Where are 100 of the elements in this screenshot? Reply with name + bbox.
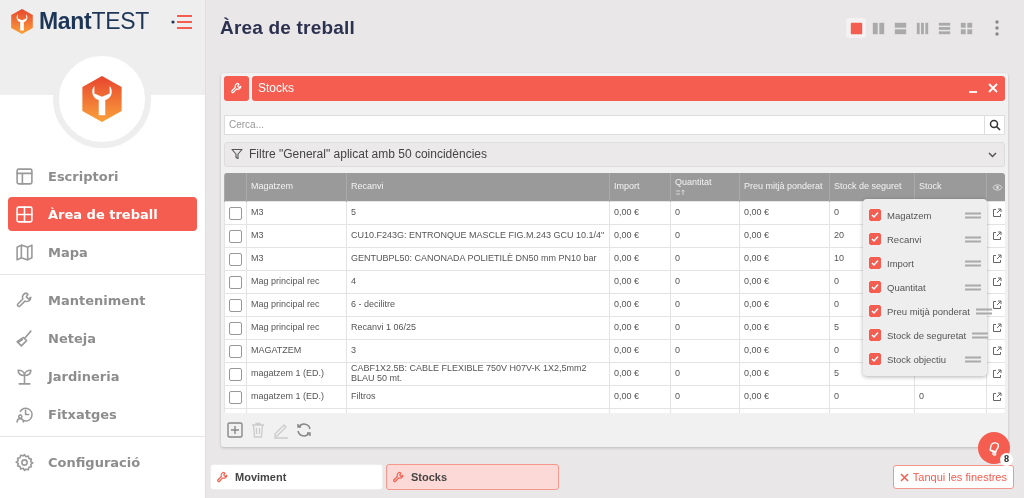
sidebar-item[interactable]: Neteja [8,321,197,355]
external-link-icon[interactable] [992,254,1002,265]
row-checkbox[interactable] [229,367,242,381]
table-cell: 4 [351,276,356,287]
table-cell: MAGATZEM [251,345,302,356]
row-checkbox[interactable] [229,229,242,243]
table-cell: 0,00 € [614,391,640,402]
column-checkbox[interactable] [869,257,881,270]
row-checkbox[interactable] [229,321,242,335]
sidebar-item[interactable]: Jardineria [8,359,197,393]
table-cell: 0,00 € [744,299,770,310]
column-checkbox[interactable] [869,209,881,222]
column-header[interactable]: Stock de seguret [829,173,915,202]
search-field[interactable]: Cerca... [224,114,985,135]
column-checkbox[interactable] [869,281,881,294]
external-link-icon[interactable] [992,208,1002,219]
notification-button[interactable]: 8 [978,432,1010,464]
row-checkbox[interactable] [229,252,242,266]
table-cell: Mag principal rec [251,276,320,287]
search-button[interactable] [985,114,1005,135]
sidebar-item[interactable]: Configuració [8,445,197,479]
column-header[interactable]: Import [609,173,671,202]
row-checkbox[interactable] [229,298,242,312]
clock-person-icon [15,404,34,424]
more-icon[interactable] [994,19,1000,37]
table-cell: M3 [251,207,264,218]
row-checkbox[interactable] [229,206,242,220]
table-cell: 0 [675,276,680,287]
table-cell: M3 [251,230,264,241]
column-header[interactable]: Stock [914,173,987,202]
sidebar-item[interactable]: Àrea de treball [8,197,197,231]
table-cell: 0,00 € [744,276,770,287]
eye-icon[interactable] [991,182,1003,192]
collapse-menu-icon[interactable] [171,13,193,30]
column-checkbox[interactable] [869,329,881,342]
external-link-icon[interactable] [992,369,1002,380]
window-title: Stocks [258,81,294,96]
sidebar-item[interactable]: Mapa [8,235,197,269]
close-icon [899,472,909,482]
close-all-button[interactable]: Tanqui les finestres [892,465,1014,489]
external-link-icon[interactable] [992,346,1002,357]
column-header[interactable]: Recanvi [346,173,610,202]
column-header[interactable]: Preu mitjà ponderat [739,173,830,202]
column-header[interactable]: Quantitat [670,173,740,202]
row-checkbox[interactable] [229,275,242,289]
page-title: Àrea de treball [220,17,355,39]
external-link-icon[interactable] [992,231,1002,242]
map-icon [15,242,34,262]
close-icon[interactable] [987,82,999,95]
wrench-icon [392,470,405,484]
drag-handle-icon[interactable] [965,283,981,291]
table-cell: 0 [834,391,839,402]
row-checkbox[interactable] [229,390,242,404]
drag-handle-icon[interactable] [972,331,989,339]
wrench-icon [216,470,229,484]
external-link-icon[interactable] [992,392,1002,403]
row-checkbox[interactable] [229,344,242,358]
add-icon[interactable] [226,421,244,439]
column-header[interactable]: Magatzem [246,173,347,202]
filter-icon [231,148,243,161]
logo-icon [10,8,34,35]
column-label: Import [887,257,914,269]
column-checkbox[interactable] [869,233,881,246]
table-cell: 0 [675,368,680,379]
drag-handle-icon[interactable] [975,307,992,315]
sidebar-item[interactable]: Manteniment [8,283,197,317]
external-link-icon[interactable] [992,277,1002,288]
drag-handle-icon[interactable] [965,235,981,243]
table-cell: 0,00 € [614,253,640,264]
table-cell: 20 [834,230,844,241]
layout-button[interactable] [846,18,866,38]
taskbar-tab[interactable]: Moviment [210,464,383,490]
taskbar-tab[interactable]: Stocks [386,464,559,490]
window-icon-button[interactable] [224,76,249,101]
sidebar-item[interactable]: Escriptori [8,159,197,193]
external-link-icon[interactable] [992,300,1002,311]
table-cell: 0 [834,299,839,310]
external-link-icon[interactable] [992,323,1002,334]
search-icon [988,118,1001,131]
drag-handle-icon[interactable] [965,259,981,267]
drag-handle-icon[interactable] [965,211,981,219]
sidebar-item[interactable]: Fitxatges [8,397,197,431]
sprout-icon [15,366,34,386]
layout-icon [15,166,34,186]
column-label: Preu mitjà ponderat [887,305,970,317]
table-cell: 5 [351,207,356,218]
drag-handle-icon[interactable] [965,355,981,363]
table-cell: 0 [675,391,680,402]
column-checkbox[interactable] [869,305,881,318]
table-cell: 0,00 € [614,207,640,218]
sort-icon[interactable] [675,188,685,196]
column-checkbox[interactable] [869,353,881,366]
logo-icon [80,75,124,123]
grid-icon [15,204,34,224]
refresh-icon[interactable] [295,421,313,439]
table-cell: magatzem 1 (ED.) [251,368,325,379]
table-cell: GENTUBPL50: CANONADA POLIETILÈ DN50 mm PN10 bar [351,253,597,264]
filter-bar[interactable]: Filtre "General" aplicat amb 50 coincidències [224,141,1005,168]
table-cell: 0,00 € [744,207,770,218]
table-cell: 0,00 € [614,322,640,333]
